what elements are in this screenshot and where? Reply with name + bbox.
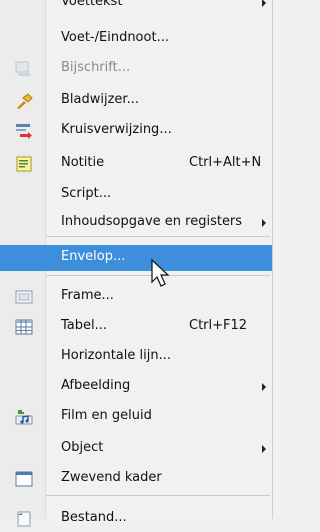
menu-item-label: Afbeelding: [61, 378, 131, 393]
media-icon: [14, 408, 34, 426]
note-icon: [14, 155, 34, 173]
menu-item-label: Notitie: [61, 155, 105, 170]
submenu-arrow-icon: [262, 0, 266, 7]
menu-item-envelope[interactable]: Envelop...: [0, 245, 272, 271]
frame-icon: [14, 288, 34, 306]
menu-item-toc-indexes[interactable]: Inhoudsopgave en registers: [0, 210, 272, 236]
submenu-arrow-icon: [262, 219, 266, 227]
menu-item-label: Script...: [61, 186, 112, 201]
bookmark-icon: [14, 92, 34, 110]
menu-item-label: Tabel...: [61, 318, 108, 333]
shortcut-label: Ctrl+Alt+N: [189, 155, 262, 170]
menu-item-caption: Bijschrift...: [0, 56, 272, 82]
insert-menu: Voettekst Voet-/Eindnoot... Bijschrift..…: [0, 0, 273, 527]
shortcut-label: Ctrl+F12: [189, 318, 248, 333]
menu-item-label: Frame...: [61, 288, 114, 303]
menu-item-cross-reference[interactable]: Kruisverwijzing...: [0, 118, 272, 144]
menu-item-label: Bladwijzer...: [61, 92, 139, 107]
table-icon: [14, 318, 34, 336]
menu-item-label: Object: [61, 440, 104, 455]
submenu-arrow-icon: [262, 445, 266, 453]
menu-item-script[interactable]: Script...: [0, 182, 272, 208]
menu-item-label: Kruisverwijzing...: [61, 122, 172, 137]
menu-item-label: Voet-/Eindnoot...: [61, 30, 169, 45]
menu-item-label: Bestand...: [61, 510, 127, 525]
mouse-pointer-icon: [151, 258, 170, 287]
menu-item-object[interactable]: Object: [0, 436, 272, 462]
menu-item-label: Film en geluid: [61, 408, 152, 423]
menu-item-label: Inhoudsopgave en registers: [61, 214, 243, 229]
menu-item-picture[interactable]: Afbeelding: [0, 374, 272, 400]
menu-item-footer[interactable]: Voettekst: [0, 0, 272, 16]
menu-separator: [46, 236, 270, 237]
menu-item-table[interactable]: Tabel... Ctrl+F12: [0, 314, 272, 340]
caption-icon: [14, 60, 34, 78]
file-icon: [14, 510, 34, 528]
menu-item-horizontal-line[interactable]: Horizontale lijn...: [0, 344, 272, 370]
menu-item-movie-sound[interactable]: Film en geluid: [0, 404, 272, 430]
menu-item-floating-frame[interactable]: Zwevend kader: [0, 466, 272, 492]
menu-item-note[interactable]: Notitie Ctrl+Alt+N: [0, 151, 272, 177]
menu-item-label: Envelop...: [61, 249, 126, 264]
menu-item-footnote[interactable]: Voet-/Eindnoot...: [0, 26, 272, 52]
menu-item-label: Voettekst: [61, 0, 123, 9]
menu-item-label: Horizontale lijn...: [61, 348, 171, 363]
menu-item-label: Zwevend kader: [61, 470, 162, 485]
submenu-arrow-icon: [262, 383, 266, 391]
menu-item-label: Bijschrift...: [61, 60, 131, 75]
menu-item-frame[interactable]: Frame...: [0, 284, 272, 310]
menu-item-file[interactable]: Bestand...: [0, 506, 272, 532]
floating-frame-icon: [14, 470, 34, 488]
menu-item-bookmark[interactable]: Bladwijzer...: [0, 88, 272, 114]
cross-reference-icon: [14, 122, 34, 140]
menu-separator: [46, 495, 270, 496]
